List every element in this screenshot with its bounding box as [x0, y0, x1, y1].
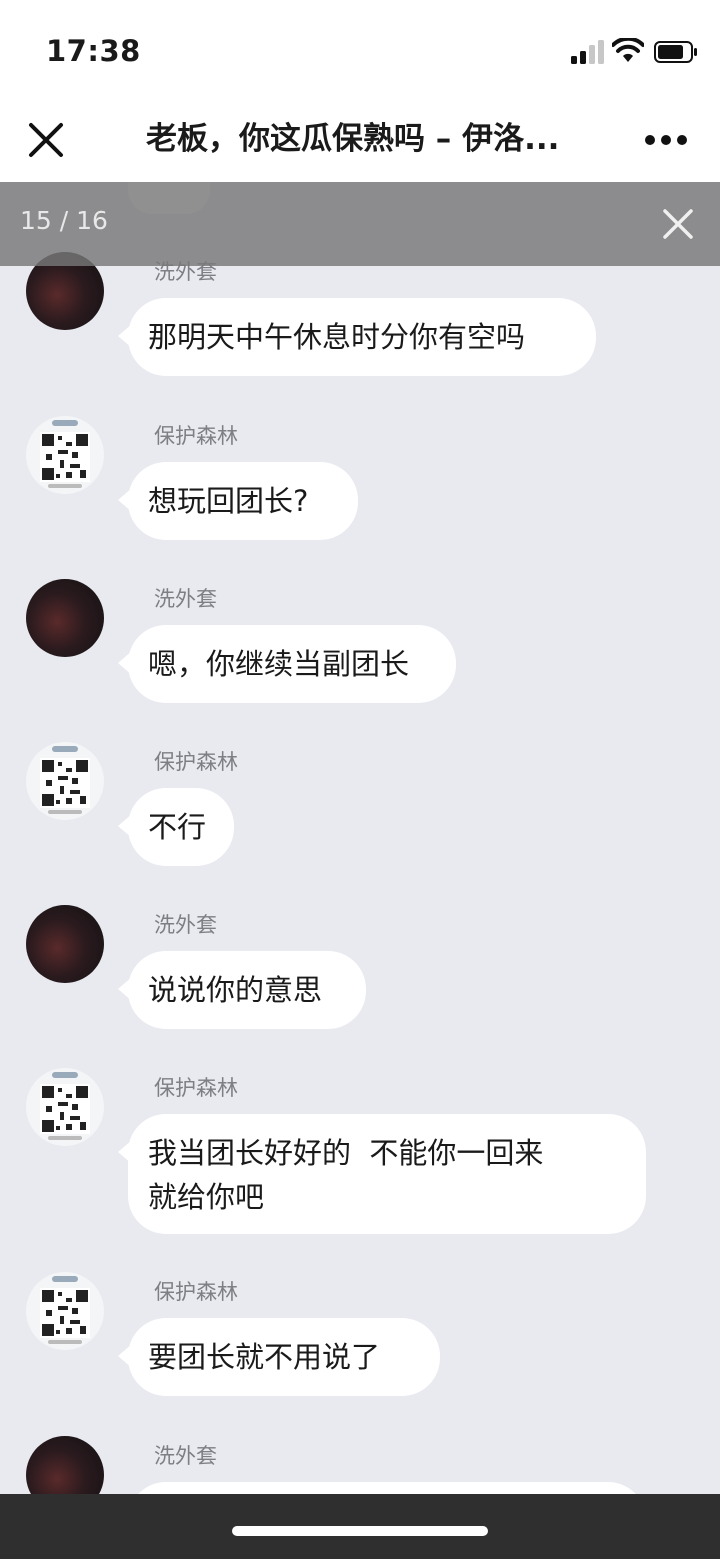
image-viewer-bar: 15 / 16: [0, 182, 720, 266]
chat-content[interactable]: 在 15 / 16 洗外套 那明天中午休息时分你有空吗: [0, 182, 720, 1494]
message-bubble[interactable]: 要团长就不用说了: [118, 1318, 440, 1396]
message-bubble[interactable]: 那明天中午休息时分你有空吗: [118, 298, 596, 376]
bottom-bar: [0, 1494, 720, 1559]
qr-code-icon: [40, 746, 90, 814]
qr-code-icon: [40, 1072, 90, 1140]
close-icon[interactable]: [662, 208, 694, 240]
message-bubble[interactable]: 说说你的意思: [118, 951, 366, 1029]
message-bubble[interactable]: 不行: [118, 788, 234, 866]
avatar[interactable]: [26, 579, 104, 657]
sender-name: 保护森林: [154, 1076, 238, 1100]
sender-name: 保护森林: [154, 750, 238, 774]
sender-name: 洗外套: [154, 1444, 217, 1468]
avatar[interactable]: [26, 1436, 104, 1494]
message-bubble[interactable]: 嗯，你继续当副团长: [118, 625, 456, 703]
avatar[interactable]: [26, 416, 104, 494]
more-icon[interactable]: [640, 122, 692, 158]
avatar[interactable]: [26, 1068, 104, 1146]
battery-icon: [654, 41, 697, 63]
nav-bar: 老板，你这瓜保熟吗 – 伊洛...: [0, 100, 720, 182]
home-indicator[interactable]: [232, 1526, 488, 1536]
qr-code-icon: [40, 420, 90, 488]
avatar[interactable]: [26, 905, 104, 983]
sender-name: 洗外套: [154, 913, 217, 937]
sender-name: 保护森林: [154, 1280, 238, 1304]
page-title: 老板，你这瓜保熟吗 – 伊洛...: [146, 121, 560, 157]
message-bubble[interactable]: 我当团长好好的 不能你一回来 就给你吧: [118, 1114, 646, 1234]
page-counter: 15 / 16: [20, 206, 108, 235]
avatar[interactable]: [26, 1272, 104, 1350]
message-bubble[interactable]: 想玩回团长?: [118, 462, 358, 540]
sender-name: 洗外套: [154, 587, 217, 611]
avatar[interactable]: [26, 742, 104, 820]
status-bar: 17:38: [0, 0, 720, 100]
wifi-icon: [612, 38, 644, 62]
qr-code-icon: [40, 1276, 90, 1344]
cellular-signal-icon: [571, 40, 604, 64]
sender-name: 保护森林: [154, 424, 238, 448]
close-icon[interactable]: [24, 118, 68, 162]
message-bubble[interactable]: [128, 1482, 646, 1494]
status-time: 17:38: [46, 34, 141, 68]
